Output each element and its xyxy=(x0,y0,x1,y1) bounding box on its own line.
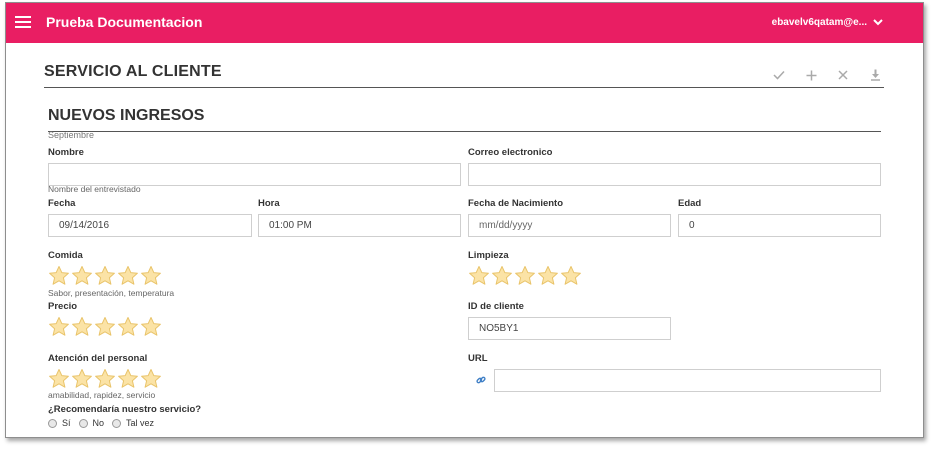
menu-icon[interactable] xyxy=(15,16,31,29)
id-cliente-label: ID de cliente xyxy=(468,301,524,312)
star-icon[interactable] xyxy=(71,368,93,389)
correo-field[interactable] xyxy=(468,163,881,186)
hora-label: Hora xyxy=(258,198,280,209)
star-icon[interactable] xyxy=(94,265,116,286)
comida-label: Comida xyxy=(48,250,83,261)
limpieza-rating[interactable] xyxy=(468,265,582,286)
toolbar xyxy=(771,67,883,83)
atencion-label: Atención del personal xyxy=(48,353,148,364)
atencion-hint: amabilidad, rapidez, servicio xyxy=(48,390,156,400)
star-icon[interactable] xyxy=(468,265,490,286)
star-icon[interactable] xyxy=(560,265,582,286)
edad-field[interactable] xyxy=(678,214,881,237)
fecha-nacimiento-field[interactable] xyxy=(468,214,671,237)
limpieza-label: Limpieza xyxy=(468,250,509,261)
star-icon[interactable] xyxy=(71,316,93,337)
id-cliente-field[interactable] xyxy=(468,317,671,340)
hora-field[interactable] xyxy=(258,214,461,237)
star-icon[interactable] xyxy=(117,316,139,337)
comida-hint: Sabor, presentación, temperatura xyxy=(48,288,175,298)
star-icon[interactable] xyxy=(48,316,70,337)
nombre-label: Nombre xyxy=(48,147,84,158)
precio-rating[interactable] xyxy=(48,316,162,337)
chevron-down-icon[interactable] xyxy=(871,16,885,28)
fecha-field[interactable] xyxy=(48,214,252,237)
radio-label: Tal vez xyxy=(126,418,155,428)
star-icon[interactable] xyxy=(48,265,70,286)
radio-option-no[interactable]: No xyxy=(78,418,105,428)
precio-label: Precio xyxy=(48,301,78,312)
form-divider xyxy=(48,131,881,132)
link-icon xyxy=(476,376,486,384)
correo-label: Correo electronico xyxy=(468,147,553,158)
form-title: NUEVOS INGRESOS xyxy=(48,107,205,124)
edad-label: Edad xyxy=(678,198,702,209)
star-icon[interactable] xyxy=(140,316,162,337)
radio-circle[interactable] xyxy=(48,418,57,428)
section-divider xyxy=(44,87,884,88)
form-subtitle: Septiembre xyxy=(48,130,95,140)
top-bar: Prueba Documentacion ebavelv6qatam@e... xyxy=(6,3,923,43)
fecha-nacimiento-label: Fecha de Nacimiento xyxy=(468,198,564,209)
star-icon[interactable] xyxy=(140,368,162,389)
radio-circle[interactable] xyxy=(112,418,122,428)
radio-label: Sí xyxy=(62,418,71,428)
star-icon[interactable] xyxy=(94,316,116,337)
plus-icon[interactable] xyxy=(803,67,819,83)
radio-label: No xyxy=(92,418,105,428)
radio-option-tal-vez[interactable]: Tal vez xyxy=(112,418,154,428)
star-icon[interactable] xyxy=(491,265,513,286)
app-title: Prueba Documentacion xyxy=(46,14,203,30)
download-icon[interactable] xyxy=(867,67,883,83)
star-icon[interactable] xyxy=(140,265,162,286)
recomendaria-radio-group: Sí No Tal vez xyxy=(48,418,162,428)
star-icon[interactable] xyxy=(48,368,70,389)
section-title: SERVICIO AL CLIENTE xyxy=(44,63,222,80)
star-icon[interactable] xyxy=(94,368,116,389)
recomendaria-label: ¿Recomendaría nuestro servicio? xyxy=(48,404,202,415)
check-icon[interactable] xyxy=(771,67,787,83)
app-window: Prueba Documentacion ebavelv6qatam@e... … xyxy=(5,2,924,438)
fecha-label: Fecha xyxy=(48,198,76,209)
atencion-rating[interactable] xyxy=(48,368,162,389)
nombre-hint: Nombre del entrevistado xyxy=(48,184,141,194)
url-label: URL xyxy=(468,353,488,364)
star-icon[interactable] xyxy=(514,265,536,286)
radio-circle[interactable] xyxy=(78,418,88,428)
radio-option-si[interactable]: Sí xyxy=(48,418,71,428)
user-account[interactable]: ebavelv6qatam@e... xyxy=(772,17,867,28)
star-icon[interactable] xyxy=(71,265,93,286)
nombre-field[interactable] xyxy=(48,163,461,186)
url-field[interactable] xyxy=(494,369,881,392)
comida-rating[interactable] xyxy=(48,265,162,286)
close-icon[interactable] xyxy=(835,67,851,83)
star-icon[interactable] xyxy=(117,368,139,389)
star-icon[interactable] xyxy=(117,265,139,286)
star-icon[interactable] xyxy=(537,265,559,286)
